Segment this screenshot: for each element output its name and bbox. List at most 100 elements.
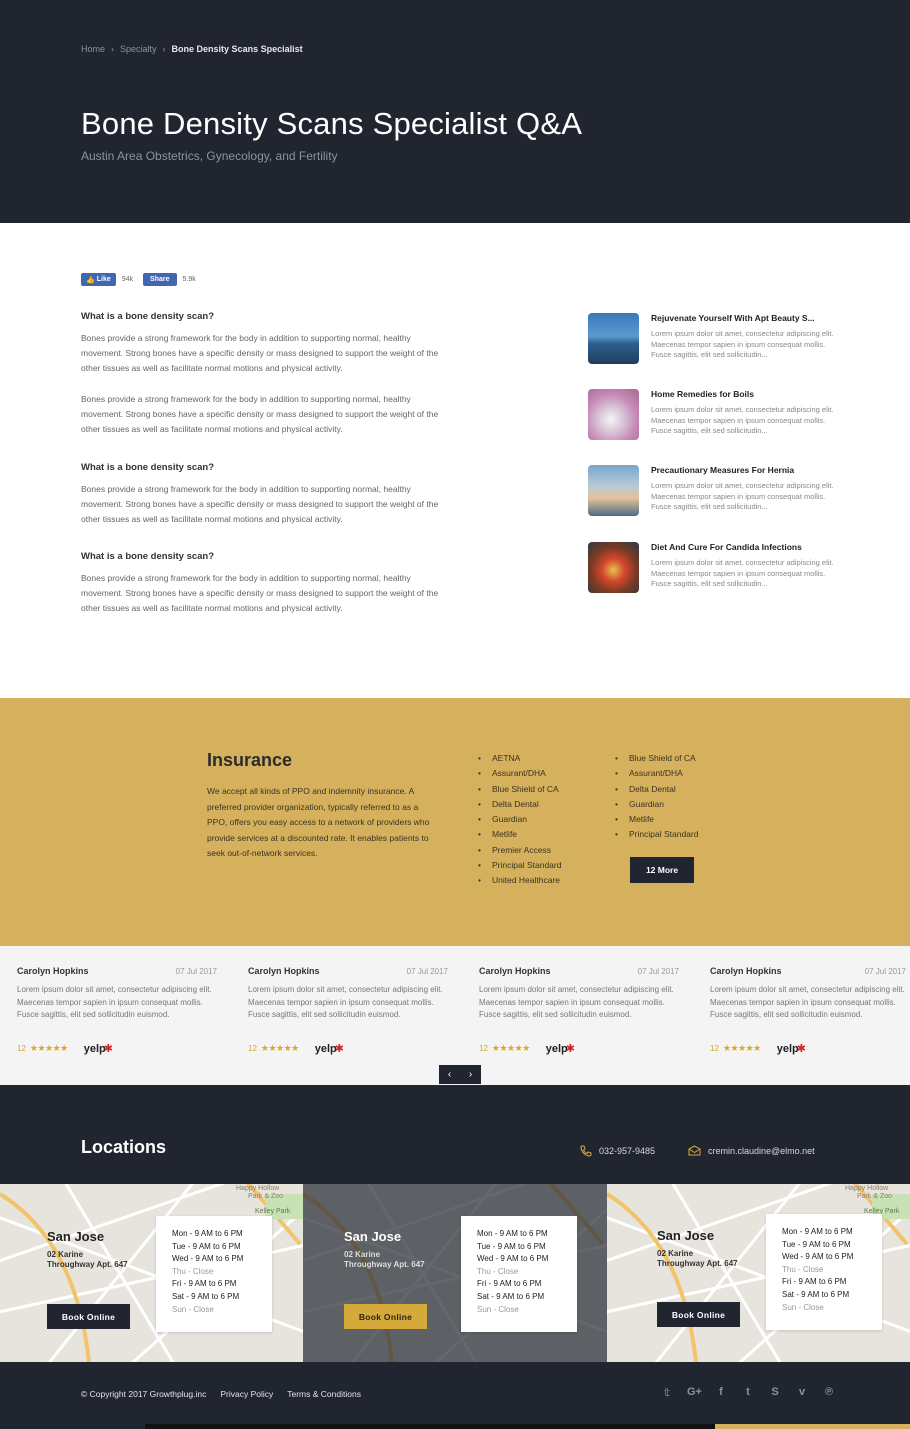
article-thumbnail[interactable] <box>588 465 639 516</box>
qa-item: What is a bone density scan? Bones provi… <box>81 311 451 437</box>
page-subtitle: Austin Area Obstetrics, Gynecology, and … <box>81 149 338 163</box>
reviewer-name: Carolyn Hopkins <box>710 966 782 976</box>
insurance-provider: United Healthcare <box>478 873 561 889</box>
vimeo-icon[interactable]: v <box>795 1386 809 1399</box>
qa-answer: Bones provide a strong framework for the… <box>81 573 439 613</box>
qa-answer: Bones provide a strong framework for the… <box>81 333 439 373</box>
location-address: 02 Karine Throughway Apt. 647 <box>657 1249 738 1268</box>
copyright-text: © Copyright 2017 Growthplug.inc <box>81 1389 207 1399</box>
locations-section: Locations 032-957-9485 cremin.claudine@e… <box>0 1085 910 1184</box>
location-address: 02 Karine Throughway Apt. 647 <box>47 1250 128 1269</box>
related-article[interactable]: Home Remedies for Boils Lorem ipsum dolo… <box>588 389 838 440</box>
more-insurance-button[interactable]: 12 More <box>630 857 694 883</box>
insurance-provider: AETNA <box>478 751 561 767</box>
carousel-next-button[interactable]: › <box>460 1065 481 1084</box>
article-thumbnail[interactable] <box>588 389 639 440</box>
insurance-provider: Guardian <box>615 797 698 813</box>
qa-answer: Bones provide a strong framework for the… <box>81 484 439 524</box>
reviewer-name: Carolyn Hopkins <box>17 966 89 976</box>
twitter-icon[interactable]: 𝕥 <box>660 1386 674 1399</box>
insurance-provider: Blue Shield of CA <box>478 782 561 798</box>
review-text: Lorem ipsum dolor sit amet, consectetur … <box>710 985 905 1019</box>
google-plus-icon[interactable]: G+ <box>687 1386 702 1399</box>
related-article[interactable]: Diet And Cure For Candida Infections Lor… <box>588 542 838 593</box>
facebook-icon[interactable]: f <box>714 1386 728 1399</box>
location-info: San Jose 02 Karine Throughway Apt. 647 <box>47 1229 128 1270</box>
location-address: 02 Karine Throughway Apt. 647 <box>344 1250 425 1269</box>
review-text: Lorem ipsum dolor sit amet, consectetur … <box>479 985 674 1019</box>
reviewer-name: Carolyn Hopkins <box>248 966 320 976</box>
qa-question: What is a bone density scan? <box>81 462 215 473</box>
chevron-right-icon: › <box>111 44 115 54</box>
insurance-description: We accept all kinds of PPO and indemnity… <box>207 786 430 858</box>
yelp-logo-icon[interactable]: yelp✱ <box>546 1042 575 1055</box>
privacy-policy-link[interactable]: Privacy Policy <box>220 1389 273 1399</box>
phone-icon <box>580 1145 592 1157</box>
location-city: San Jose <box>657 1228 715 1243</box>
svg-text:Park & Zoo: Park & Zoo <box>248 1193 283 1200</box>
insurance-provider: Premier Access <box>478 843 561 859</box>
star-rating-icon: ★★★★★ <box>722 1043 761 1053</box>
review-date: 07 Jul 2017 <box>406 967 448 976</box>
hours-card: Mon - 9 AM to 6 PM Tue - 9 AM to 6 PM We… <box>156 1216 272 1332</box>
review-card: Carolyn Hopkins 07 Jul 2017 Lorem ipsum … <box>17 966 217 1055</box>
breadcrumb-specialty[interactable]: Specialty <box>120 44 157 54</box>
svg-text:Park & Zoo: Park & Zoo <box>857 1193 892 1200</box>
insurance-provider: Principal Standard <box>478 858 561 874</box>
related-article[interactable]: Rejuvenate Yourself With Apt Beauty S...… <box>588 313 838 364</box>
book-online-button[interactable]: Book Online <box>47 1304 130 1329</box>
breadcrumb-home[interactable]: Home <box>81 44 105 54</box>
review-card: Carolyn Hopkins 07 Jul 2017 Lorem ipsum … <box>479 966 679 1055</box>
review-date: 07 Jul 2017 <box>864 967 906 976</box>
article-excerpt: Lorem ipsum dolor sit amet, consectetur … <box>651 329 834 359</box>
terms-link[interactable]: Terms & Conditions <box>287 1389 361 1399</box>
hero-banner: Home › Specialty › Bone Density Scans Sp… <box>0 0 910 223</box>
carousel-prev-button[interactable]: ‹ <box>439 1065 460 1084</box>
review-text: Lorem ipsum dolor sit amet, consectetur … <box>17 985 212 1019</box>
page-title: Bone Density Scans Specialist Q&A <box>81 106 583 141</box>
hours-card: Mon - 9 AM to 6 PM Tue - 9 AM to 6 PM We… <box>766 1214 882 1330</box>
skype-icon[interactable]: S <box>768 1386 782 1399</box>
social-icons: 𝕥 G+ f t S v ℗ <box>660 1386 836 1399</box>
pinterest-icon[interactable]: ℗ <box>822 1386 836 1399</box>
article-excerpt: Lorem ipsum dolor sit amet, consectetur … <box>651 558 834 588</box>
article-title[interactable]: Precautionary Measures For Hernia <box>651 465 838 475</box>
insurance-provider: Principal Standard <box>615 827 698 843</box>
location-info: San Jose 02 Karine Throughway Apt. 647 <box>344 1229 425 1270</box>
locations-title: Locations <box>81 1137 167 1157</box>
qa-question: What is a bone density scan? <box>81 311 215 322</box>
yelp-logo-icon[interactable]: yelp✱ <box>315 1042 344 1055</box>
book-online-button[interactable]: Book Online <box>344 1304 427 1329</box>
contact-email[interactable]: cremin.claudine@elmo.net <box>688 1145 815 1156</box>
related-article[interactable]: Precautionary Measures For Hernia Lorem … <box>588 465 838 516</box>
review-date: 07 Jul 2017 <box>637 967 679 976</box>
yelp-logo-icon[interactable]: yelp✱ <box>84 1042 113 1055</box>
star-rating-icon: ★★★★★ <box>260 1043 299 1053</box>
review-card: Carolyn Hopkins 07 Jul 2017 Lorem ipsum … <box>710 966 906 1055</box>
insurance-list-2: Blue Shield of CA Assurant/DHA Delta Den… <box>615 751 698 843</box>
article-title[interactable]: Home Remedies for Boils <box>651 389 838 399</box>
article-excerpt: Lorem ipsum dolor sit amet, consectetur … <box>651 481 834 511</box>
review-count: 12 <box>17 1044 26 1053</box>
footer-accent-bar <box>145 1424 715 1429</box>
footer: © Copyright 2017 Growthplug.inc Privacy … <box>0 1362 910 1429</box>
article-excerpt: Lorem ipsum dolor sit amet, consectetur … <box>651 405 834 435</box>
article-title[interactable]: Diet And Cure For Candida Infections <box>651 542 838 552</box>
tumblr-icon[interactable]: t <box>741 1386 755 1399</box>
social-share-row: 👍 Like 94k Share 5.9k <box>81 273 200 286</box>
book-online-button[interactable]: Book Online <box>657 1302 740 1327</box>
qa-item: What is a bone density scan? Bones provi… <box>81 462 451 527</box>
article-title[interactable]: Rejuvenate Yourself With Apt Beauty S... <box>651 313 838 323</box>
insurance-title: Insurance <box>207 750 293 770</box>
location-info: San Jose 02 Karine Throughway Apt. 647 <box>657 1228 738 1269</box>
insurance-list-1: AETNA Assurant/DHA Blue Shield of CA Del… <box>478 751 561 889</box>
facebook-share-button[interactable]: Share <box>143 273 177 286</box>
article-thumbnail[interactable] <box>588 313 639 364</box>
contact-phone[interactable]: 032-957-9485 <box>580 1145 655 1157</box>
yelp-logo-icon[interactable]: yelp✱ <box>777 1042 806 1055</box>
article-thumbnail[interactable] <box>588 542 639 593</box>
facebook-like-button[interactable]: 👍 Like <box>81 273 116 286</box>
location-maps: Happy Hollow Park & Zoo Kelley Park Happ… <box>0 1184 910 1362</box>
reviewer-name: Carolyn Hopkins <box>479 966 551 976</box>
location-city: San Jose <box>47 1229 105 1244</box>
